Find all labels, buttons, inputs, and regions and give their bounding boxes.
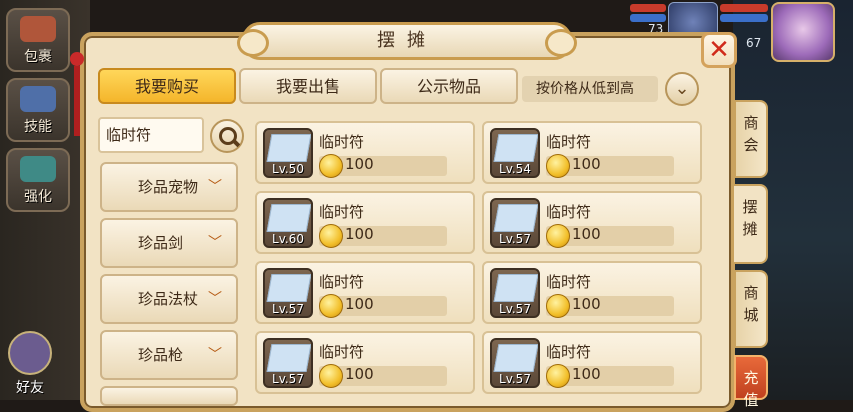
gold-coin-icon: [546, 364, 570, 388]
item-card[interactable]: Lv.50 临时符 100: [255, 121, 475, 184]
gold-coin-icon: [546, 224, 570, 248]
chevron-down-icon: ﹀: [208, 235, 222, 251]
sort-toggle-button[interactable]: ⌄: [665, 72, 699, 106]
friends-button[interactable]: 好友: [4, 325, 56, 397]
tab-sell[interactable]: 我要出售: [239, 68, 377, 104]
talisman-icon: Lv.57: [490, 198, 540, 248]
item-card[interactable]: Lv.57 临时符 100: [255, 261, 475, 324]
skill-button[interactable]: 技能: [6, 78, 70, 142]
search-button[interactable]: [210, 119, 244, 153]
close-button[interactable]: ✕: [701, 32, 737, 68]
title-ornament-left: [237, 29, 269, 57]
panel-title: 摆摊: [237, 22, 577, 60]
enemy-hp-bar: [630, 4, 666, 12]
side-tab-recharge[interactable]: 充值: [734, 355, 768, 409]
talisman-icon: Lv.57: [263, 268, 313, 318]
tassel-decoration: [70, 52, 84, 172]
item-card[interactable]: Lv.57 临时符 100: [482, 261, 702, 324]
skill-book-icon: [20, 86, 56, 112]
bag-button[interactable]: 包裹: [6, 8, 70, 72]
search-input[interactable]: 临时符: [98, 117, 204, 153]
talisman-icon: Lv.57: [263, 338, 313, 388]
title-ornament-right: [545, 29, 577, 57]
category-rare-sword[interactable]: 珍品剑 ﹀: [100, 218, 238, 268]
gold-coin-icon: [319, 154, 343, 178]
close-icon: ✕: [708, 35, 730, 65]
gold-coin-icon: [546, 154, 570, 178]
chevron-down-icon: ⌄: [674, 78, 690, 99]
side-tab-stall[interactable]: 摆摊: [734, 184, 768, 264]
hammer-icon: [20, 156, 56, 182]
tab-buy[interactable]: 我要购买: [98, 68, 236, 104]
player-level: 67: [746, 36, 762, 50]
talisman-icon: Lv.57: [490, 268, 540, 318]
item-card[interactable]: Lv.60 临时符 100: [255, 191, 475, 254]
enhance-button[interactable]: 强化: [6, 148, 70, 212]
item-card[interactable]: Lv.57 临时符 100: [482, 191, 702, 254]
item-card[interactable]: Lv.57 临时符 100: [482, 331, 702, 394]
side-tab-chamber[interactable]: 商会: [734, 100, 768, 178]
talisman-icon: Lv.57: [490, 338, 540, 388]
tab-public-items[interactable]: 公示物品: [380, 68, 518, 104]
chevron-down-icon: ﹀: [208, 347, 222, 363]
category-rare-pet[interactable]: 珍品宠物 ﹀: [100, 162, 238, 212]
player-mp-bar: [720, 14, 768, 22]
category-rare-staff[interactable]: 珍品法杖 ﹀: [100, 274, 238, 324]
talisman-icon: Lv.60: [263, 198, 313, 248]
chevron-down-icon: ﹀: [208, 291, 222, 307]
gold-coin-icon: [319, 364, 343, 388]
player-avatar[interactable]: [771, 2, 835, 62]
item-card[interactable]: Lv.54 临时符 100: [482, 121, 702, 184]
enemy-mp-bar: [630, 14, 666, 22]
category-rare-spear[interactable]: 珍品枪 ﹀: [100, 330, 238, 380]
item-card[interactable]: Lv.57 临时符 100: [255, 331, 475, 394]
gold-coin-icon: [319, 294, 343, 318]
gold-coin-icon: [319, 224, 343, 248]
sort-dropdown[interactable]: 按价格从低到高: [522, 76, 658, 102]
bag-icon: [20, 16, 56, 42]
chevron-down-icon: ﹀: [208, 179, 222, 195]
friend-avatar-icon: [8, 331, 52, 375]
gold-coin-icon: [546, 294, 570, 318]
category-next[interactable]: [100, 386, 238, 406]
talisman-icon: Lv.50: [263, 128, 313, 178]
side-tab-mall[interactable]: 商城: [734, 270, 768, 348]
player-hp-bar: [720, 4, 768, 12]
talisman-icon: Lv.54: [490, 128, 540, 178]
